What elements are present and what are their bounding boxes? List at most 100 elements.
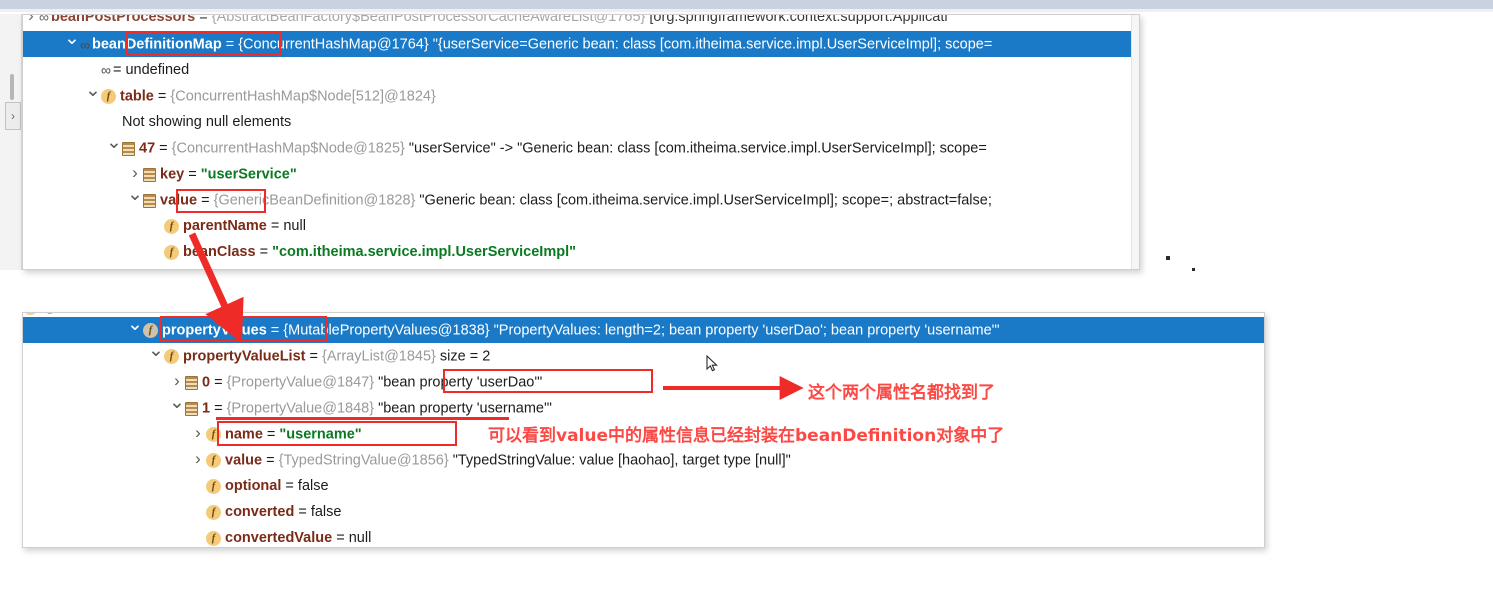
variable-name: beanClass [183,244,260,260]
tree-collapse-chevron-icon[interactable] [169,395,185,422]
variable-name: optional [225,478,286,494]
field-icon: f [206,504,221,520]
object-reference: {PropertyValue@1848} [226,400,379,417]
collection-entry-icon [185,401,198,416]
variable-string-value: "com.itheima.service.impl.UserServiceImp… [272,244,576,260]
assignment-operator: = [157,88,171,105]
expand-panel-chevron-icon[interactable]: › [5,102,21,130]
variable-value: size = 2 [439,348,491,365]
tree-collapse-chevron-icon[interactable] [127,187,143,214]
tree-expand-chevron-icon[interactable] [190,421,206,448]
assignment-operator: = [336,530,349,546]
variable-value: null [283,218,306,234]
assignment-operator: = [188,166,201,183]
variable-name: convertedValue [225,530,337,546]
variable-value: false [297,478,329,494]
variable-name: beanPostProcessors [50,14,200,25]
collection-entry-icon [122,141,135,156]
assignment-operator: = [214,400,227,417]
window-titlebar-strip [0,0,1493,9]
collection-entry-icon [185,375,198,390]
variable-value: "Generic bean: class [com.itheima.servic… [419,192,992,209]
oo-icon: ∞ [39,14,49,25]
variable-name: parentName [183,218,271,234]
object-reference: {AbstractBeanFactory$BeanPostProcessorCa… [211,14,650,25]
highlight-beanDefinitionMap [126,31,281,55]
object-reference: g [42,313,54,315]
variable-tree-row[interactable]: f convertedValue = null [23,525,1264,547]
field-icon: f [164,349,179,364]
assignment-operator: = [309,348,323,365]
variable-tree-row[interactable]: 47 = {ConcurrentHashMap$Node@1825} "user… [23,135,1139,161]
object-reference: {PropertyValue@1847} [226,374,379,391]
variable-name: table [120,88,158,105]
variable-value: null [348,530,372,546]
variable-tree-row[interactable]: Not showing null elements [23,109,1139,135]
variable-name: propertyValueList [183,348,310,365]
variable-tree-row[interactable]: f propertyValueList = {ArrayList@1845} si… [23,343,1264,369]
variable-value: false [310,504,342,520]
note-found-properties: 这个两个属性名都找到了 [808,383,995,403]
highlight-bean-property-userDao [443,369,653,393]
field-icon: f [206,478,221,494]
oo-icon: ∞ [101,62,111,79]
field-icon: f [101,89,116,104]
field-icon: f [164,244,179,260]
artifact-dot-2 [1192,268,1195,271]
field-icon: f [143,323,158,338]
variable-tree-row[interactable]: f converted = false [23,499,1264,525]
panel-top-scrollbar[interactable] [1131,15,1139,269]
variable-tree-row[interactable]: ftable = {ConcurrentHashMap$Node[512]@18… [23,83,1139,109]
object-reference: {ConcurrentHashMap$Node@1825} [171,140,409,157]
artifact-dot-1 [1166,256,1170,260]
highlight-propertyValues [160,316,327,341]
variable-tree-row[interactable]: 1 = {PropertyValue@1848} "bean property … [23,395,1264,421]
vertical-scrollbar-thumb[interactable] [10,74,14,100]
variable-name: 0 [202,374,215,391]
assignment-operator: = [159,140,172,157]
variable-tree-row[interactable]: f parentName = null [23,213,1139,239]
tree-collapse-chevron-icon[interactable] [148,343,164,370]
object-reference: {ConcurrentHashMap$Node[512]@1824} [170,88,436,105]
tree-collapse-chevron-icon[interactable] [64,31,80,58]
assignment-operator: = [259,244,273,260]
field-icon: f [206,453,221,468]
variable-value: "TypedStringValue: value [haohao], targe… [452,452,791,469]
field-icon: f [206,530,221,546]
collection-entry-icon [143,193,156,208]
variable-tree-row[interactable]: f beanClass = "com.itheima.service.impl.U… [23,239,1139,265]
assignment-operator: = [112,62,126,78]
variable-name: value [225,452,267,469]
variable-tree-row[interactable]: fvalue = {TypedStringValue@1856} "TypedS… [23,447,1264,473]
tree-expand-chevron-icon[interactable] [190,447,206,474]
assignment-operator: = [270,218,284,234]
assignment-operator: = [266,452,279,469]
variable-string-value: "userService" [200,166,297,183]
variable-name: converted [225,504,299,520]
variable-name: 47 [139,140,160,157]
field-icon: f [164,218,179,234]
highlight-value-node [176,189,266,213]
tree-expand-chevron-icon[interactable] [23,15,39,27]
tree-collapse-chevron-icon[interactable] [106,135,122,162]
variable-value: [org.springframework.context.support.App… [649,14,948,25]
tree-note-text: Not showing null elements [122,114,292,130]
variable-value: "PropertyValues: length=2; bean property… [493,322,1000,339]
assignment-operator: = [199,14,212,25]
assignment-operator: = [285,478,298,494]
underline-property-value-1 [216,417,509,420]
variable-value: undefined [125,62,190,78]
tree-collapse-chevron-icon[interactable] [127,317,143,344]
window-chrome-strip [0,9,1493,12]
note-encapsulated: 可以看到value中的属性信息已经封装在beanDefinition对象中了 [488,426,1005,446]
tree-collapse-chevron-icon[interactable] [85,83,101,110]
assignment-operator: = [214,374,227,391]
variable-value: "userService" -> "Generic bean: class [c… [408,140,987,157]
variable-tree-row[interactable]: key = "userService" [23,161,1139,187]
variable-value: "{userService=Generic bean: class [com.i… [432,36,993,53]
variable-tree-row[interactable]: f optional = false [23,473,1264,499]
variable-tree-row-clipped[interactable]: ∞beanPostProcessors = {AbstractBeanFacto… [23,14,1139,29]
variable-tree-row[interactable]: ∞ = undefined [23,57,1139,83]
mouse-cursor-icon [706,355,718,372]
object-reference: {TypedStringValue@1856} [278,452,453,469]
